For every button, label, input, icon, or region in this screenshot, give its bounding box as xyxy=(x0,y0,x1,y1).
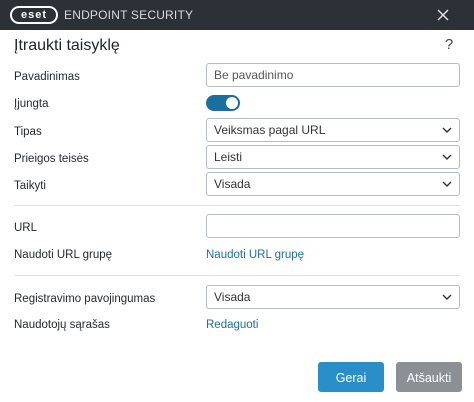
name-input[interactable] xyxy=(206,63,460,87)
dialog-title: Įtraukti taisyklę xyxy=(14,37,120,54)
ok-button[interactable]: Gerai xyxy=(318,362,384,392)
enabled-toggle[interactable] xyxy=(206,95,240,111)
app-title: ENDPOINT SECURITY xyxy=(64,8,194,22)
chevron-down-icon xyxy=(442,181,452,187)
access-select[interactable]: Leisti xyxy=(206,145,460,169)
toggle-knob xyxy=(226,97,238,109)
log-severity-select-value: Visada xyxy=(214,290,251,304)
section-divider xyxy=(14,205,460,206)
section-divider xyxy=(14,275,460,276)
cancel-button[interactable]: Atšaukti xyxy=(396,362,462,392)
log-severity-label: Registravimo pavojingumas xyxy=(14,293,156,305)
eset-logo: eset xyxy=(10,6,58,24)
apply-select-value: Visada xyxy=(214,177,251,191)
type-select[interactable]: Veiksmas pagal URL xyxy=(206,118,460,142)
chevron-down-icon xyxy=(442,127,452,133)
type-label: Tipas xyxy=(14,126,42,138)
url-input[interactable] xyxy=(206,214,460,238)
apply-label: Taikyti xyxy=(14,180,46,192)
access-select-value: Leisti xyxy=(214,150,243,164)
help-icon[interactable]: ? xyxy=(442,36,456,56)
chevron-down-icon xyxy=(442,294,452,300)
url-group-label: Naudoti URL grupę xyxy=(14,249,113,261)
close-icon xyxy=(437,9,449,21)
log-severity-select[interactable]: Visada xyxy=(206,285,460,309)
title-bar: eset ENDPOINT SECURITY xyxy=(0,0,474,30)
user-list-label: Naudotojų sąrašas xyxy=(14,319,110,331)
apply-select[interactable]: Visada xyxy=(206,172,460,196)
access-label: Prieigos teisės xyxy=(14,153,89,165)
name-label: Pavadinimas xyxy=(14,71,80,83)
edit-user-list-link[interactable]: Redaguoti xyxy=(206,318,258,332)
close-button[interactable] xyxy=(430,3,456,27)
add-rule-window: eset ENDPOINT SECURITY Įtraukti taisyklę… xyxy=(0,0,474,402)
chevron-down-icon xyxy=(442,154,452,160)
use-url-group-link[interactable]: Naudoti URL grupę xyxy=(206,248,304,262)
enabled-label: Įjungta xyxy=(14,98,49,110)
url-label: URL xyxy=(14,222,38,234)
type-select-value: Veiksmas pagal URL xyxy=(214,123,326,137)
